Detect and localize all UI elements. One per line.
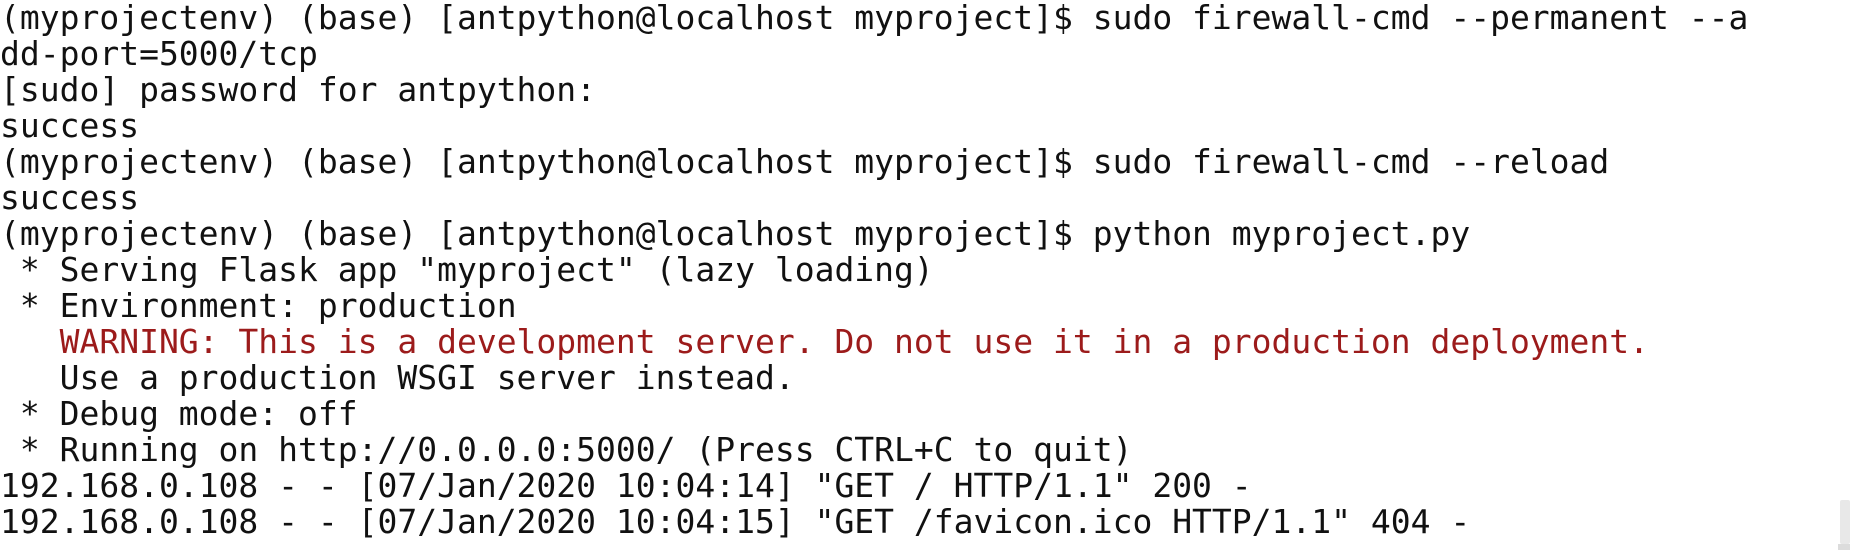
scrollbar-corner bbox=[1838, 544, 1850, 550]
terminal-line-flask-running-on: * Running on http://0.0.0.0:5000/ (Press… bbox=[0, 430, 1133, 469]
terminal-line-flask-serving: * Serving Flask app "myproject" (lazy lo… bbox=[0, 250, 934, 289]
terminal-line-access-log: 192.168.0.108 - - [07/Jan/2020 10:04:15]… bbox=[0, 502, 1471, 541]
terminal-line-prompt-firewall-add-port: (myprojectenv) (base) [antpython@localho… bbox=[0, 0, 1749, 37]
vertical-scrollbar[interactable] bbox=[1836, 0, 1852, 550]
terminal-line-access-log: 192.168.0.108 - - [07/Jan/2020 10:04:14]… bbox=[0, 466, 1252, 505]
terminal-line-sudo-password: [sudo] password for antpython: bbox=[0, 70, 597, 109]
terminal-line-flask-environment: * Environment: production bbox=[0, 286, 517, 325]
terminal-line-success: success bbox=[0, 106, 140, 145]
terminal-output[interactable]: (myprojectenv) (base) [antpython@localho… bbox=[0, 0, 1836, 550]
terminal-line-prompt-firewall-reload: (myprojectenv) (base) [antpython@localho… bbox=[0, 142, 1610, 181]
terminal-window[interactable]: (myprojectenv) (base) [antpython@localho… bbox=[0, 0, 1852, 550]
terminal-line-flask-warning: WARNING: This is a development server. D… bbox=[0, 322, 1650, 361]
terminal-line-flask-wsgi-note: Use a production WSGI server instead. bbox=[0, 358, 795, 397]
terminal-line-prompt-continuation: dd-port=5000/tcp bbox=[0, 34, 318, 73]
terminal-line-flask-debug-mode: * Debug mode: off bbox=[0, 394, 358, 433]
scrollbar-thumb[interactable] bbox=[1840, 500, 1850, 544]
terminal-line-success: success bbox=[0, 178, 140, 217]
terminal-line-prompt-python-run: (myprojectenv) (base) [antpython@localho… bbox=[0, 214, 1471, 253]
